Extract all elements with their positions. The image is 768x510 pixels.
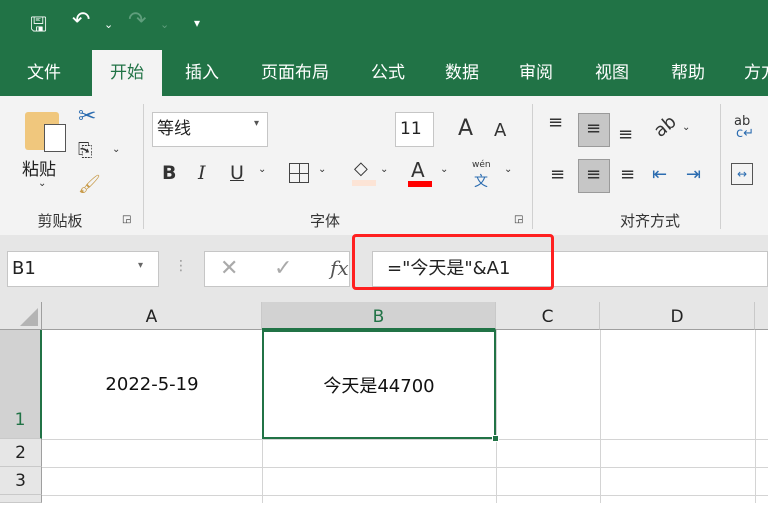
cancel-icon[interactable]: ✕	[220, 256, 238, 281]
tab-view[interactable]: 视图	[584, 50, 640, 96]
column-header-e[interactable]	[755, 302, 768, 330]
tab-file[interactable]: 文件	[14, 50, 74, 96]
underline-button[interactable]: U	[230, 162, 244, 184]
customize-icon[interactable]: ▾	[194, 16, 200, 30]
tab-home[interactable]: 开始	[92, 50, 162, 96]
underline-dropdown-icon[interactable]: ⌄	[258, 164, 266, 175]
align-right-icon[interactable]: ≡	[620, 164, 635, 185]
gridline	[600, 330, 601, 503]
font-color-swatch	[408, 181, 432, 187]
font-name-select[interactable]: 等线	[152, 112, 268, 147]
font-launcher-icon[interactable]: ◲	[514, 214, 523, 225]
alignment-group-label: 对齐方式	[619, 212, 680, 230]
clipboard-launcher-icon[interactable]: ◲	[122, 214, 131, 225]
column-header-b[interactable]: B	[262, 302, 496, 330]
redo-icon: ↷	[128, 8, 147, 33]
wrap-text-icon[interactable]: c↵	[736, 126, 754, 141]
align-top-icon[interactable]: ≡	[548, 112, 563, 133]
divider	[143, 104, 144, 229]
row-header-3[interactable]: 3	[0, 467, 42, 495]
gridline	[42, 495, 768, 496]
undo-icon[interactable]: ↶	[72, 8, 90, 33]
align-middle-icon: ≡	[586, 118, 602, 139]
gridline	[755, 330, 756, 503]
tab-data[interactable]: 数据	[434, 50, 490, 96]
decrease-indent-icon[interactable]: ⇤	[652, 164, 667, 185]
redo-dropdown-icon: ⌄	[160, 18, 170, 31]
decrease-font-icon[interactable]: A	[494, 120, 506, 141]
cut-icon[interactable]: ✂	[78, 104, 96, 129]
align-left-icon[interactable]: ≡	[550, 164, 565, 185]
copy-icon[interactable]: ⎘	[78, 140, 92, 161]
paste-button[interactable]: 粘贴	[22, 155, 56, 180]
merge-center-icon[interactable]: ↔	[731, 163, 753, 185]
tab-page-layout[interactable]: 页面布局	[250, 50, 340, 96]
row-header-1[interactable]: 1	[0, 330, 42, 439]
select-all-button[interactable]	[0, 302, 42, 330]
italic-button[interactable]: I	[198, 162, 206, 184]
font-color-dropdown-icon[interactable]: ⌄	[440, 164, 448, 175]
enter-icon[interactable]: ✓	[274, 256, 292, 281]
font-color-button[interactable]: A	[411, 158, 425, 182]
increase-font-icon[interactable]: A	[458, 116, 473, 141]
column-header-d[interactable]: D	[600, 302, 755, 330]
fill-color-dropdown-icon[interactable]: ⌄	[380, 164, 388, 175]
fill-handle[interactable]	[492, 435, 499, 442]
name-box-dropdown-icon[interactable]: ▾	[138, 260, 143, 271]
tab-formulas[interactable]: 公式	[360, 50, 416, 96]
gridline	[496, 330, 497, 503]
formula-highlight-box	[352, 234, 554, 290]
undo-dropdown-icon[interactable]: ⌄	[104, 18, 113, 31]
drag-handle-icon[interactable]: ⋮	[174, 258, 188, 274]
name-box[interactable]: B1	[7, 251, 159, 287]
cell-a1[interactable]: 2022-5-19	[42, 330, 262, 439]
fill-color-swatch	[352, 180, 376, 186]
clipboard-group-label: 剪贴板	[37, 212, 83, 230]
borders-dropdown-icon[interactable]: ⌄	[318, 164, 326, 175]
row-header-4[interactable]	[0, 495, 42, 503]
font-name-dropdown-icon[interactable]: ▾	[254, 118, 259, 129]
tab-insert[interactable]: 插入	[172, 50, 232, 96]
align-bottom-icon[interactable]: ≡	[618, 124, 633, 145]
format-painter-icon[interactable]: 🖌	[78, 174, 101, 195]
orientation-dropdown-icon[interactable]: ⌄	[682, 122, 690, 133]
divider	[720, 104, 721, 229]
column-header-c[interactable]: C	[496, 302, 600, 330]
insert-function-button[interactable]: fx	[330, 256, 349, 280]
phonetic-icon[interactable]: 文	[474, 171, 488, 191]
phonetic-top: wén	[472, 160, 491, 170]
divider	[532, 104, 533, 229]
font-group-label: 字体	[309, 212, 340, 230]
column-header-a[interactable]: A	[42, 302, 262, 330]
font-size-select[interactable]: 11	[395, 112, 434, 147]
row-header-2[interactable]: 2	[0, 439, 42, 467]
bold-button[interactable]: B	[162, 162, 176, 184]
save-icon[interactable]: 🖫	[30, 10, 47, 44]
phonetic-dropdown-icon[interactable]: ⌄	[504, 164, 512, 175]
increase-indent-icon[interactable]: ⇥	[686, 164, 701, 185]
borders-icon[interactable]	[289, 163, 309, 183]
tab-review[interactable]: 审阅	[508, 50, 564, 96]
tab-help[interactable]: 帮助	[660, 50, 716, 96]
cell-b1[interactable]: 今天是44700	[262, 330, 496, 439]
align-center-icon: ≡	[586, 164, 602, 185]
copy-dropdown-icon[interactable]: ⌄	[112, 144, 120, 155]
paste-doc-icon	[44, 124, 66, 152]
tab-more[interactable]: 方方	[736, 50, 768, 96]
gridline	[42, 467, 768, 468]
paste-dropdown-icon[interactable]: ⌄	[38, 178, 46, 189]
fill-color-icon[interactable]: ◇	[354, 158, 368, 179]
